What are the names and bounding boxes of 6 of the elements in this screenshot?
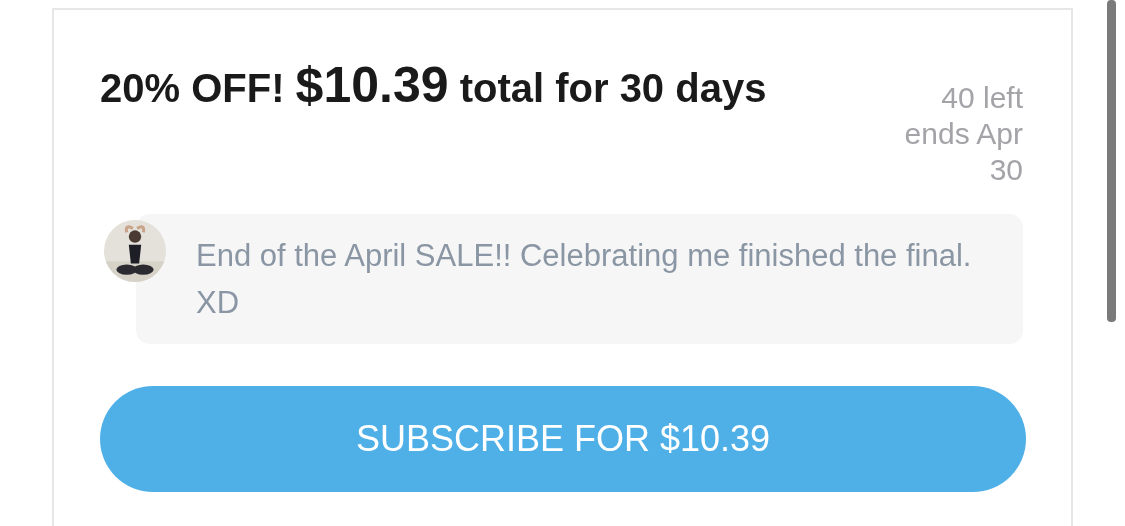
offer-meta: ends Apr 30 xyxy=(903,116,1023,188)
subscribe-button[interactable]: SUBSCRIBE FOR $10.39 xyxy=(100,386,1026,492)
message-text: End of the April SALE!! Celebrating me finished the final. XD xyxy=(196,237,973,322)
offer-title: 20% OFF! $10.39 total for 30 days xyxy=(100,56,768,115)
scrollbar[interactable] xyxy=(1107,0,1116,322)
offer-meta: 40 left xyxy=(940,80,1023,116)
